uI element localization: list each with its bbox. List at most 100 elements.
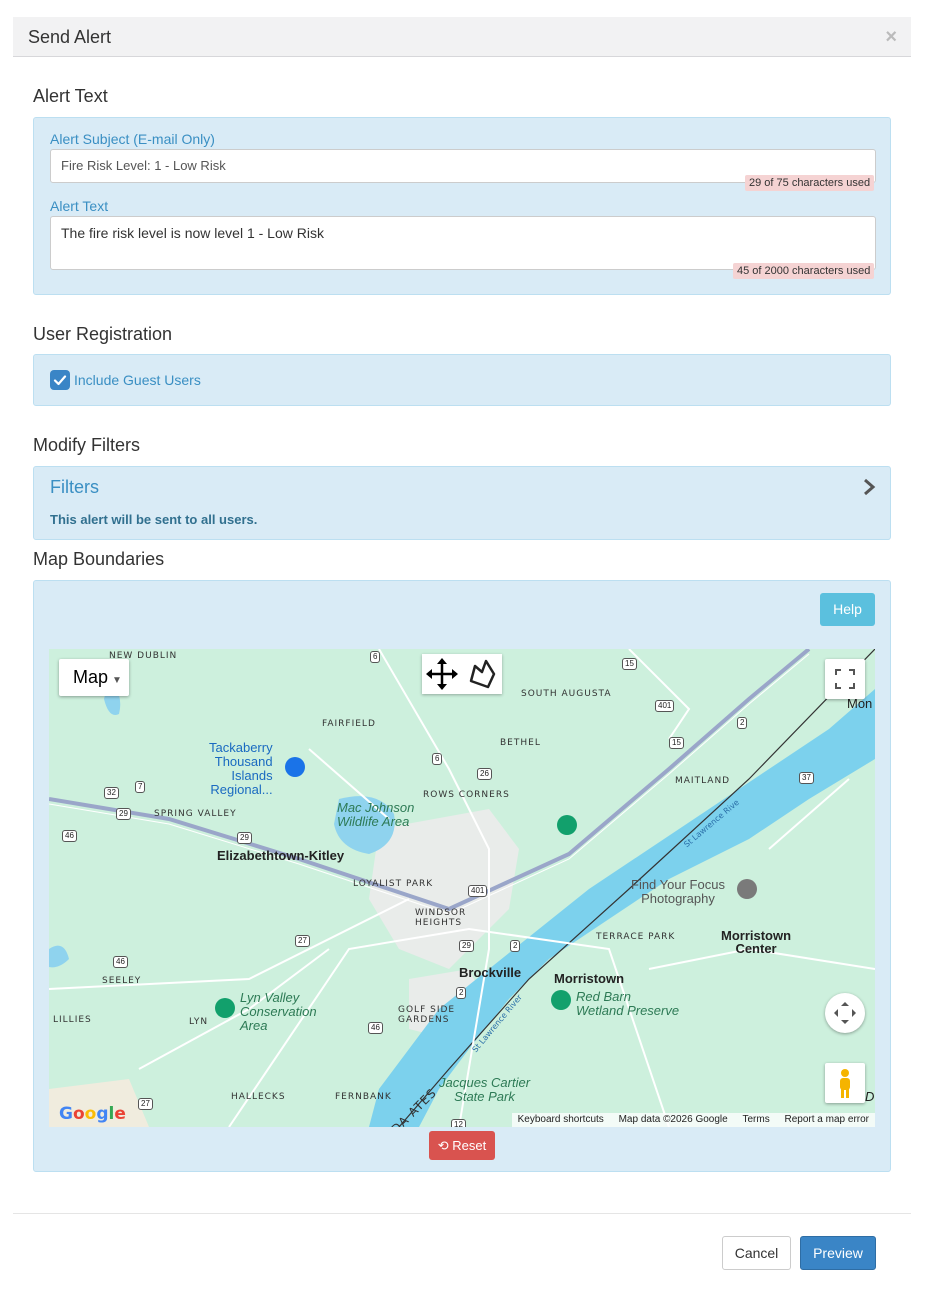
- fullscreen-icon: [835, 669, 855, 689]
- draw-polygon-button[interactable]: [462, 654, 502, 694]
- place-label: Morristown Center: [721, 928, 792, 956]
- place-label: LOYALIST PARK: [353, 879, 434, 889]
- fullscreen-button[interactable]: [825, 659, 865, 699]
- place-label: TERRACE PARK: [596, 932, 676, 942]
- airport-marker: [285, 757, 305, 777]
- route-shield: 15: [669, 737, 684, 749]
- place-label: HALLECKS: [231, 1092, 286, 1102]
- route-shield: 6: [370, 651, 381, 663]
- pegman-icon: [840, 1069, 850, 1098]
- place-label: FERNBANK: [335, 1092, 392, 1102]
- route-shield: 29: [237, 832, 252, 844]
- camera-control-button[interactable]: [825, 993, 865, 1033]
- send-alert-modal: Send Alert × Alert Text Alert Subject (E…: [13, 17, 911, 1293]
- report-error-link[interactable]: Report a map error: [785, 1114, 869, 1125]
- map-boundaries-panel: Help NEW DUBLIN SOUTH AUGUSTA Mon FAIRFI…: [33, 580, 891, 1172]
- polygon-icon: [469, 659, 496, 689]
- map-boundaries-section-title: Map Boundaries: [33, 549, 165, 569]
- caret-down-icon: ▼: [112, 675, 122, 686]
- poi-label: Lyn Valley Conservation Area: [240, 990, 317, 1033]
- alert-text-section-title: Alert Text: [33, 86, 108, 106]
- alert-text-panel: Alert Subject (E-mail Only) Fire Risk Le…: [33, 117, 891, 295]
- poi-label: Red Barn Wetland Preserve: [576, 989, 680, 1018]
- place-label: SPRING VALLEY: [154, 809, 237, 819]
- poi-label-airport: Tackaberry Thousand Islands Regional...: [209, 740, 273, 797]
- modal-title: Send Alert: [28, 27, 112, 47]
- terms-link[interactable]: Terms: [743, 1114, 770, 1125]
- route-shield: 27: [295, 935, 310, 947]
- route-shield: 2: [510, 940, 521, 952]
- google-logo: Google: [59, 1104, 126, 1124]
- move-arrows-icon: [426, 658, 458, 690]
- route-shield: 37: [799, 772, 814, 784]
- map-base-layer: [49, 649, 875, 1127]
- place-label: SOUTH AUGUSTA: [521, 689, 612, 699]
- user-registration-section-title: User Registration: [33, 324, 173, 344]
- preview-button[interactable]: Preview: [800, 1236, 876, 1270]
- map-data-text: Map data ©2026 Google: [618, 1114, 728, 1125]
- place-label: FAIRFIELD: [322, 719, 376, 729]
- keyboard-shortcuts-link[interactable]: Keyboard shortcuts: [518, 1114, 604, 1125]
- place-label: SEELEY: [102, 976, 142, 986]
- alert-text-label: Alert Text: [50, 198, 109, 214]
- pan-tool-button[interactable]: [422, 654, 462, 694]
- map-type-label: Map: [73, 667, 109, 687]
- place-label: MAITLAND: [675, 776, 731, 786]
- golf-marker: [557, 815, 577, 835]
- include-guest-users-label[interactable]: Include Guest Users: [74, 372, 201, 388]
- route-shield: 401: [468, 885, 488, 897]
- place-label: LILLIES: [53, 1015, 92, 1025]
- cancel-button[interactable]: Cancel: [722, 1236, 791, 1270]
- place-label: D: [865, 1089, 875, 1104]
- alert-text-textarea[interactable]: The fire risk level is now level 1 - Low…: [50, 216, 876, 270]
- close-icon[interactable]: ×: [885, 26, 897, 49]
- drawing-toolbar: [422, 654, 502, 694]
- route-shield: 2: [456, 987, 467, 999]
- place-label: Brockville: [459, 965, 522, 980]
- poi-label: Find Your Focus Photography: [631, 877, 725, 906]
- reset-label: Reset: [452, 1138, 487, 1153]
- subject-char-counter: 29 of 75 characters used: [745, 175, 875, 191]
- chevron-right-icon[interactable]: [862, 478, 876, 501]
- undo-icon: ⟲: [437, 1138, 449, 1153]
- street-view-pegman[interactable]: [825, 1063, 865, 1103]
- modify-filters-section-title: Modify Filters: [33, 435, 141, 455]
- route-shield: 32: [104, 787, 119, 799]
- route-shield: 2: [737, 717, 748, 729]
- route-shield: 27: [138, 1098, 153, 1110]
- alert-subject-label: Alert Subject (E-mail Only): [50, 131, 215, 147]
- check-icon: [53, 375, 67, 386]
- footer-divider: [13, 1213, 911, 1214]
- park-marker-lyn: [215, 998, 235, 1018]
- route-shield: 7: [135, 781, 146, 793]
- include-guest-users-checkbox[interactable]: [50, 370, 70, 390]
- user-registration-panel: Include Guest Users: [33, 354, 891, 406]
- route-shield: 46: [62, 830, 77, 842]
- route-shield: 6: [432, 753, 443, 765]
- place-label: LYN: [189, 1017, 209, 1027]
- poi-label: Mac Johnson Wildlife Area: [337, 800, 415, 829]
- help-button[interactable]: Help: [820, 593, 875, 626]
- route-shield: 12: [451, 1119, 466, 1127]
- map-canvas[interactable]: NEW DUBLIN SOUTH AUGUSTA Mon FAIRFIELD B…: [49, 649, 875, 1127]
- place-label: BETHEL: [500, 738, 541, 748]
- filters-panel[interactable]: Filters This alert will be sent to all u…: [33, 466, 891, 540]
- place-label: Morristown: [554, 971, 625, 986]
- route-shield: 29: [116, 808, 131, 820]
- place-label: ROWS CORNERS: [423, 790, 510, 800]
- camera-control-icon: [834, 1002, 856, 1024]
- poi-label: Jacques Cartier State Park: [439, 1075, 531, 1104]
- filters-title[interactable]: Filters: [50, 477, 99, 498]
- place-label: GOLF SIDE GARDENS: [398, 1005, 456, 1025]
- filters-note: This alert will be sent to all users.: [50, 512, 258, 527]
- text-char-counter: 45 of 2000 characters used: [733, 263, 875, 279]
- poi-marker: [737, 879, 757, 899]
- modal-header: Send Alert ×: [13, 17, 911, 57]
- route-shield: 46: [368, 1022, 383, 1034]
- route-shield: 15: [622, 658, 637, 670]
- route-shield: 26: [477, 768, 492, 780]
- reset-button[interactable]: ⟲ Reset: [429, 1131, 495, 1160]
- place-label: Elizabethtown-Kitley: [217, 848, 345, 863]
- place-label: WINDSOR HEIGHTS: [415, 908, 467, 928]
- map-type-dropdown[interactable]: Map ▼: [59, 659, 129, 696]
